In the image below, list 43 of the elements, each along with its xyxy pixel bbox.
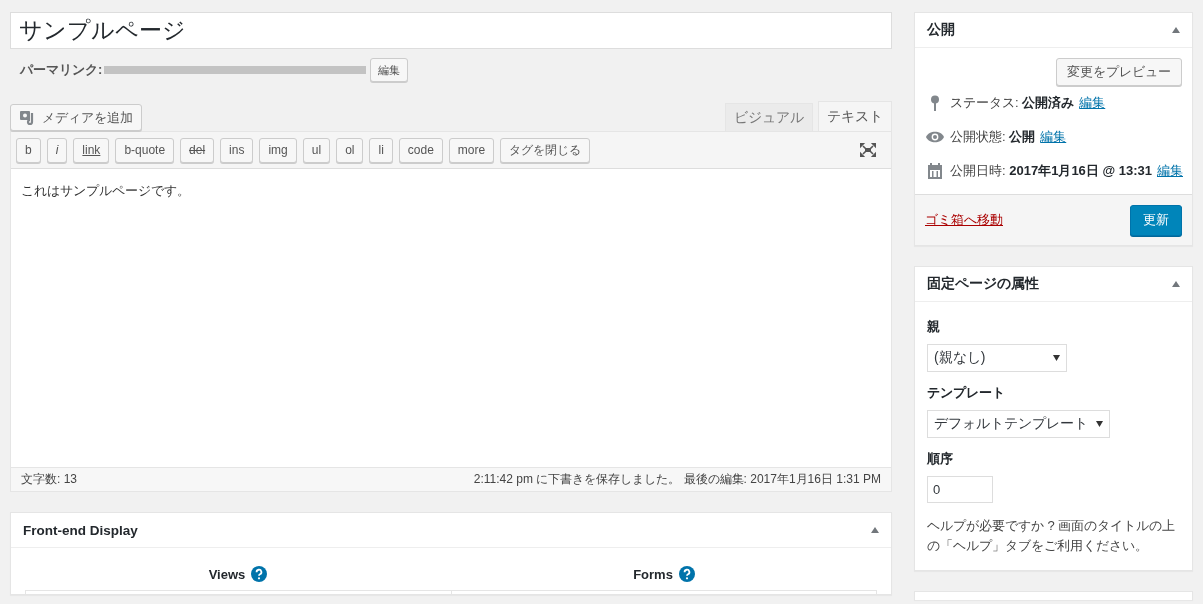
format-button[interactable]: ul bbox=[302, 137, 331, 163]
edit-link[interactable]: 編集 bbox=[1079, 94, 1106, 112]
format-button[interactable]: del bbox=[180, 137, 215, 163]
edit-link[interactable]: 編集 bbox=[1157, 162, 1183, 180]
edit-link[interactable]: 編集 bbox=[1040, 128, 1067, 146]
parent-select[interactable]: (親なし) bbox=[927, 344, 1067, 372]
format-button[interactable]: b-quote bbox=[115, 137, 175, 163]
order-field[interactable]: 0 bbox=[927, 476, 993, 503]
format-button[interactable]: link bbox=[73, 137, 110, 163]
publish-info: 公開日時: 2017年1月16日 @ 13:31 bbox=[950, 162, 1152, 180]
format-button[interactable]: more bbox=[448, 137, 495, 163]
format-button[interactable]: i bbox=[46, 137, 68, 163]
format-button[interactable]: li bbox=[369, 137, 393, 163]
column-heading: Views bbox=[208, 566, 246, 582]
field-label: 順序 bbox=[927, 450, 954, 468]
help-text: ヘルプが必要ですか ? 画面のタイトルの上の「ヘルプ」タブをご利用ください。 bbox=[927, 517, 1177, 555]
word-count: 文字数: 13 bbox=[21, 471, 77, 488]
template-select[interactable]: デフォルトテンプレート bbox=[927, 410, 1110, 438]
editor-tab[interactable]: テキスト bbox=[818, 101, 892, 131]
field-label: 親 bbox=[927, 318, 941, 336]
trash-link[interactable]: ゴミ箱へ移動 bbox=[925, 211, 1003, 229]
save-status: 2:11:42 pm に下書きを保存しました。 最後の編集: 2017年1月16日 1:31 PM bbox=[473, 471, 881, 488]
format-button[interactable]: img bbox=[259, 137, 297, 163]
publish-info: ステータス: 公開済み bbox=[950, 94, 1075, 112]
title-field[interactable]: サンプルページ bbox=[10, 12, 892, 49]
format-button[interactable]: code bbox=[398, 137, 443, 163]
format-button[interactable]: ol bbox=[336, 137, 364, 163]
publish-info: 公開状態: 公開 bbox=[950, 128, 1036, 146]
editor-tab[interactable]: ビジュアル bbox=[725, 103, 813, 131]
format-button[interactable]: タグを閉じる bbox=[500, 137, 591, 163]
preview-button[interactable]: 変更をプレビュー bbox=[1056, 58, 1182, 86]
permalink-label: パーマリンク: bbox=[20, 61, 103, 79]
panel-title: 固定ページの属性 bbox=[927, 275, 1039, 293]
field-label: テンプレート bbox=[927, 384, 1006, 402]
update-button[interactable]: 更新 bbox=[1130, 204, 1182, 236]
edit-button[interactable]: 編集 bbox=[370, 58, 409, 82]
format-button[interactable]: b bbox=[16, 137, 41, 163]
column-heading: Forms bbox=[633, 566, 673, 582]
panel-title: Front-end Display bbox=[23, 522, 138, 538]
panel-title: 公開 bbox=[927, 21, 955, 39]
format-button[interactable]: ins bbox=[220, 137, 254, 163]
editor-content[interactable]: これはサンプルページです。 bbox=[11, 169, 891, 467]
add-media-button[interactable]: メディアを追加 bbox=[10, 104, 142, 131]
